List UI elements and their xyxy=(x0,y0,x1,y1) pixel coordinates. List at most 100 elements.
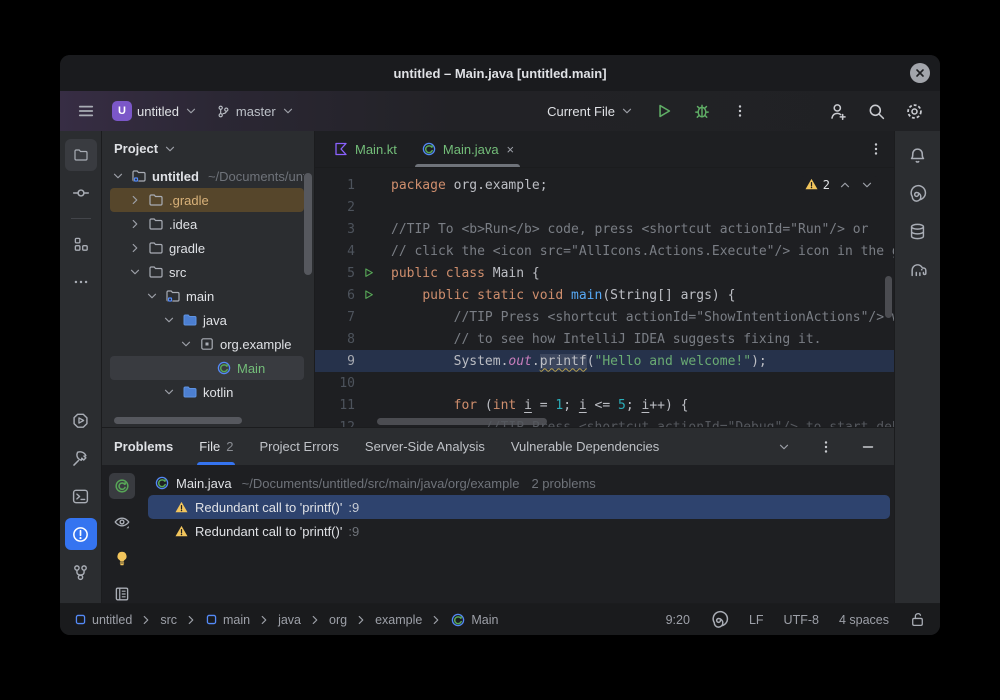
code-line-8[interactable]: 8 // to see how IntelliJ IDEA suggests f… xyxy=(315,328,894,350)
code-line-10[interactable]: 10 xyxy=(315,372,894,394)
tree-item-org-example[interactable]: org.example xyxy=(110,332,304,356)
code-line-9[interactable]: 9 System.out.printf("Hello and welcome!"… xyxy=(315,350,894,372)
tool-window-button-commit[interactable] xyxy=(65,177,97,209)
tool-window-button-ai-assistant[interactable] xyxy=(902,177,934,209)
line-number[interactable]: 2 xyxy=(315,200,359,215)
breadcrumb-item-java[interactable]: java xyxy=(278,613,301,627)
status-read-only-toggle[interactable] xyxy=(909,611,926,628)
tool-window-button-project[interactable] xyxy=(65,139,97,171)
tree-toggle-down-icon[interactable] xyxy=(161,385,177,399)
tree-toggle-right-icon[interactable] xyxy=(127,217,143,231)
breadcrumb-item-example[interactable]: example xyxy=(375,613,422,627)
tree-item-main[interactable]: Main xyxy=(110,356,304,380)
problems-tab-vulnerable-dependencies[interactable]: Vulnerable Dependencies xyxy=(511,428,659,465)
tree-toggle-down-icon[interactable] xyxy=(161,313,177,327)
tree-toggle-down-icon[interactable] xyxy=(127,265,143,279)
tree-toggle-down-icon[interactable] xyxy=(110,169,126,183)
code-line-3[interactable]: 3//TIP To <b>Run</b> code, press <shortc… xyxy=(315,218,894,240)
line-number[interactable]: 10 xyxy=(315,376,359,391)
problems-tab-file[interactable]: File2 xyxy=(199,428,233,465)
line-number[interactable]: 12 xyxy=(315,420,359,428)
run-configuration-selector[interactable]: Current File xyxy=(541,100,640,123)
tool-window-button-terminal[interactable] xyxy=(65,480,97,512)
tool-window-button-version-control[interactable] xyxy=(65,556,97,588)
tree-item-untitled[interactable]: untitled~/Documents/untitl xyxy=(110,164,304,188)
project-widget[interactable]: U untitled xyxy=(106,97,204,125)
problem-row[interactable]: Redundant call to 'printf()' :9 xyxy=(148,519,890,543)
run-gutter-icon[interactable] xyxy=(359,289,379,302)
line-number[interactable]: 3 xyxy=(315,222,359,237)
tool-window-button-build[interactable] xyxy=(65,442,97,474)
line-number[interactable]: 9 xyxy=(315,354,359,369)
more-actions-button[interactable] xyxy=(726,97,754,125)
tree-toggle-right-icon[interactable] xyxy=(127,241,143,255)
title-bar[interactable]: untitled – Main.java [untitled.main] xyxy=(60,55,940,91)
tree-toggle-down-icon[interactable] xyxy=(178,337,194,351)
code-line-6[interactable]: 6 public static void main(String[] args)… xyxy=(315,284,894,306)
tree-item-kotlin[interactable]: kotlin xyxy=(110,380,304,404)
code-with-me-button[interactable] xyxy=(824,97,852,125)
tool-window-button-notifications[interactable] xyxy=(902,139,934,171)
problems-options-button[interactable] xyxy=(812,433,840,461)
project-view-selector[interactable]: Project xyxy=(102,131,314,164)
breadcrumb-item-main[interactable]: main xyxy=(205,613,250,627)
tree-item-src[interactable]: src xyxy=(110,260,304,284)
search-everywhere-button[interactable] xyxy=(862,97,890,125)
editor-tab-main-java[interactable]: Main.java× xyxy=(409,131,526,167)
problems-tab-project-errors[interactable]: Project Errors xyxy=(259,428,338,465)
breadcrumb-item-org[interactable]: org xyxy=(329,613,347,627)
tool-window-button-problems[interactable] xyxy=(65,518,97,550)
code-line-11[interactable]: 11 for (int i = 1; i <= 5; i++) { xyxy=(315,394,894,416)
project-horizontal-scrollbar[interactable] xyxy=(114,417,242,424)
status-ai-assistant-status[interactable] xyxy=(710,610,729,629)
line-number[interactable]: 5 xyxy=(315,266,359,281)
settings-button[interactable] xyxy=(900,97,928,125)
tree-item-main[interactable]: main xyxy=(110,284,304,308)
status-indent[interactable]: 4 spaces xyxy=(839,613,889,627)
problems-tool-show-quick-fixes[interactable] xyxy=(109,545,135,571)
status-line-separator[interactable]: LF xyxy=(749,613,764,627)
close-window-button[interactable] xyxy=(910,63,930,83)
debug-button[interactable] xyxy=(688,97,716,125)
code-area[interactable]: 1package org.example;23//TIP To <b>Run</… xyxy=(315,168,894,427)
tool-window-button-more-tool-windows[interactable] xyxy=(65,266,97,298)
tree-item--gradle[interactable]: .gradle xyxy=(110,188,304,212)
tab-close-icon[interactable]: × xyxy=(507,142,515,157)
tree-item-gradle[interactable]: gradle xyxy=(110,236,304,260)
tool-window-button-run[interactable] xyxy=(65,404,97,436)
line-number[interactable]: 1 xyxy=(315,178,359,193)
project-vertical-scrollbar[interactable] xyxy=(304,173,312,275)
tree-item-java[interactable]: java xyxy=(110,308,304,332)
inspection-widget[interactable]: 2 xyxy=(800,176,878,193)
problems-tool-view-options[interactable] xyxy=(109,509,135,535)
breadcrumb-item-src[interactable]: src xyxy=(160,613,177,627)
code-line-7[interactable]: 7 //TIP Press <shortcut actionId="ShowIn… xyxy=(315,306,894,328)
tree-toggle-right-icon[interactable] xyxy=(127,193,143,207)
code-line-4[interactable]: 4// click the <icon src="AllIcons.Action… xyxy=(315,240,894,262)
code-line-12[interactable]: 12 //TIP Press <shortcut actionId="Debug… xyxy=(315,416,894,427)
code-line-5[interactable]: 5public class Main { xyxy=(315,262,894,284)
problems-tool-open-editor-preview[interactable] xyxy=(109,581,135,607)
line-number[interactable]: 11 xyxy=(315,398,359,413)
tree-item--idea[interactable]: .idea xyxy=(110,212,304,236)
editor-options-button[interactable] xyxy=(868,141,884,157)
vcs-widget[interactable]: master xyxy=(210,100,301,123)
problems-expand-button[interactable] xyxy=(770,433,798,461)
breadcrumb-item-main[interactable]: Main xyxy=(450,612,498,628)
line-number[interactable]: 7 xyxy=(315,310,359,325)
tool-window-button-structure[interactable] xyxy=(65,228,97,260)
tool-window-button-database[interactable] xyxy=(902,215,934,247)
tree-toggle-down-icon[interactable] xyxy=(144,289,160,303)
prev-problem-button[interactable] xyxy=(838,178,852,192)
run-gutter-icon[interactable] xyxy=(359,267,379,280)
line-number[interactable]: 8 xyxy=(315,332,359,347)
problems-tool-severity-filter[interactable] xyxy=(109,473,135,499)
status-caret-position[interactable]: 9:20 xyxy=(666,613,690,627)
problem-row[interactable]: Redundant call to 'printf()' :9 xyxy=(148,495,890,519)
status-encoding[interactable]: UTF-8 xyxy=(784,613,819,627)
line-number[interactable]: 6 xyxy=(315,288,359,303)
problems-hide-button[interactable] xyxy=(854,433,882,461)
tool-window-button-gradle[interactable] xyxy=(902,253,934,285)
next-problem-button[interactable] xyxy=(860,178,874,192)
run-button[interactable] xyxy=(650,97,678,125)
